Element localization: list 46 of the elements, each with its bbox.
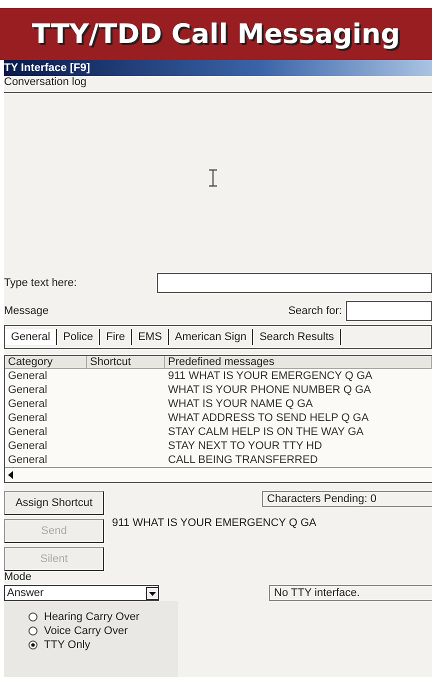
table-cell-text: General [7,369,48,383]
scroll-left-icon[interactable] [8,471,14,479]
table-cell-text: General [7,453,48,467]
action-button[interactable]: Assign Shortcut [4,491,104,515]
column-header[interactable]: Predefined messages [165,356,432,369]
table-cell-text: General [7,425,48,439]
log-label: Conversation log [4,76,88,88]
radio-button[interactable] [28,612,38,622]
tab[interactable]: Fire [100,329,132,345]
message-label: Message [4,305,49,317]
input-label: Type text here: [4,277,77,289]
tab[interactable]: Search Results [253,329,342,345]
pending-message: 911 WHAT IS YOUR EMERGENCY Q GA [112,517,318,529]
radio-button[interactable] [28,640,38,650]
characters-pending: Characters Pending: 0 [262,491,432,507]
input-field[interactable] [156,273,432,293]
table-cell-text: STAY NEXT TO YOUR TTY HD [167,439,324,453]
mode-label: Mode [4,571,33,583]
tab[interactable]: American Sign [168,329,254,345]
radio-button[interactable] [28,626,38,636]
window-title: TY Interface [F9] [4,62,90,74]
text-cursor-icon [208,169,218,187]
table-cell-text: General [7,439,48,453]
search-field[interactable] [346,301,432,321]
table-cell-text: General [7,411,48,425]
table-cell-text: WHAT IS YOUR NAME Q GA [167,397,314,411]
horizontal-scrollbar[interactable] [5,467,432,483]
table-cell-text: WHAT IS YOUR PHONE NUMBER Q GA [167,383,372,397]
mode-dropdown[interactable]: Answer [4,585,159,601]
column-header[interactable]: Shortcut [87,356,165,369]
table-cell-text: CALL BEING TRANSFERRED [167,453,319,467]
table-cell-text: General [7,383,48,397]
search-label: Search for: [288,305,342,317]
table-cell-text: STAY CALM HELP IS ON THE WAY GA [167,425,365,439]
radio-label[interactable]: Hearing Carry Over [44,611,140,623]
table-cell-text: 911 WHAT IS YOUR EMERGENCY Q GA [167,369,374,383]
column-header[interactable]: Category [5,356,87,369]
table-cell-text: General [7,397,48,411]
radio-label[interactable]: TTY Only [44,639,90,651]
radio-label[interactable]: Voice Carry Over [44,625,128,637]
table-cell-text: WHAT ADDRESS TO SEND HELP Q GA [167,411,370,425]
tab[interactable]: EMS [132,329,169,345]
tab[interactable]: General [5,329,58,345]
banner-title: TTY/TDD Call Messaging [32,18,400,50]
tab[interactable]: Police [57,329,100,345]
status-box: No TTY interface. [269,585,432,601]
